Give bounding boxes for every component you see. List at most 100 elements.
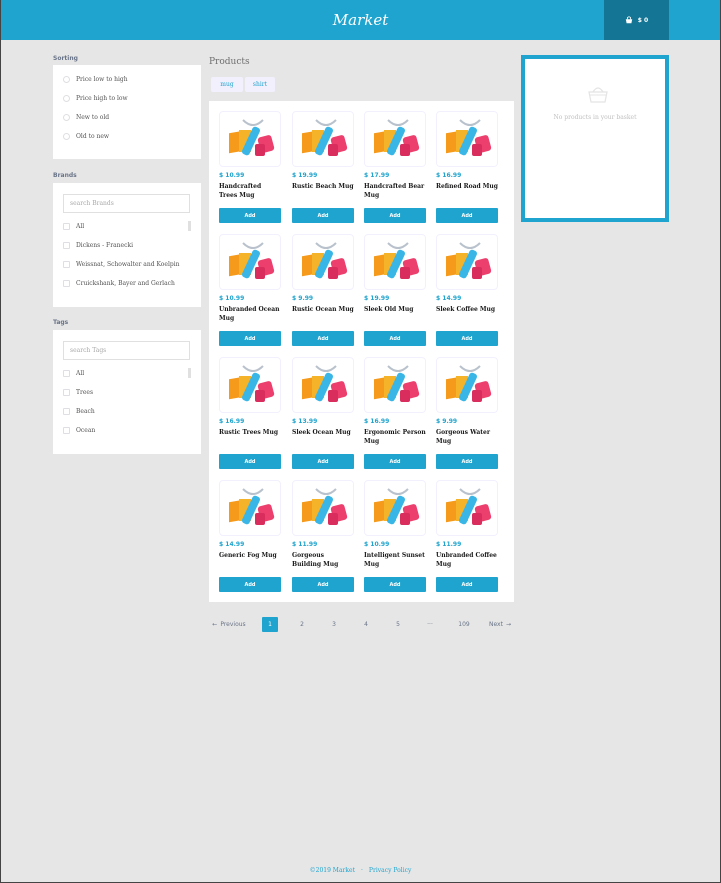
- product-thumbnail[interactable]: [219, 480, 281, 536]
- tags-scrollbar[interactable]: [188, 368, 191, 378]
- product-card: $ 9.99 Rustic Ocean Mug Add: [292, 234, 354, 346]
- add-to-basket-button[interactable]: Add: [364, 208, 426, 223]
- add-to-basket-button[interactable]: Add: [364, 331, 426, 346]
- product-thumbnail[interactable]: [364, 480, 426, 536]
- product-thumbnail[interactable]: [292, 234, 354, 290]
- add-to-basket-button[interactable]: Add: [292, 454, 354, 469]
- add-to-basket-button[interactable]: Add: [219, 208, 281, 223]
- brand-item-dickens[interactable]: Dickens - Franecki: [63, 242, 133, 249]
- product-thumbnail[interactable]: [364, 234, 426, 290]
- product-image-icon: [374, 488, 420, 525]
- product-image-icon: [374, 242, 420, 279]
- product-name: Rustic Trees Mug: [219, 429, 279, 436]
- add-to-basket-button[interactable]: Add: [436, 208, 498, 223]
- add-to-basket-button[interactable]: Add: [364, 577, 426, 592]
- checkbox-icon: [63, 242, 70, 249]
- products-title: Products: [209, 57, 250, 67]
- product-card: $ 16.99 Refined Road Mug Add: [436, 111, 498, 223]
- brand-item-all[interactable]: All: [63, 223, 84, 230]
- pagination-page-1[interactable]: 1: [262, 617, 278, 632]
- checkbox-icon: [63, 261, 70, 268]
- checkbox-icon: [63, 280, 70, 287]
- add-to-basket-button[interactable]: Add: [292, 577, 354, 592]
- product-grid: $ 10.99 Handcrafted Trees Mug Add $ 19.99 Ru…: [209, 101, 514, 602]
- add-to-basket-button[interactable]: Add: [219, 577, 281, 592]
- product-card: $ 10.99 Unbranded Ocean Mug Add: [219, 234, 281, 346]
- tags-title: Tags: [53, 319, 69, 326]
- product-thumbnail[interactable]: [436, 480, 498, 536]
- type-chip-mug[interactable]: mug: [211, 77, 243, 92]
- product-thumbnail[interactable]: [292, 480, 354, 536]
- product-image-icon: [302, 488, 348, 525]
- add-to-basket-button[interactable]: Add: [436, 331, 498, 346]
- product-card: $ 10.99 Intelligent Sunset Mug Add: [364, 480, 426, 592]
- sort-option-new-old[interactable]: New to old: [63, 114, 109, 121]
- pagination-page-5[interactable]: 5: [390, 617, 406, 632]
- product-image-icon: [446, 488, 492, 525]
- pagination-page-3[interactable]: 3: [326, 617, 342, 632]
- product-thumbnail[interactable]: [219, 111, 281, 167]
- basket-icon: [625, 16, 632, 24]
- brands-search-input[interactable]: search Brands: [63, 194, 190, 213]
- sort-option-price-low-high[interactable]: Price low to high: [63, 76, 128, 83]
- add-to-basket-button[interactable]: Add: [219, 454, 281, 469]
- product-thumbnail[interactable]: [436, 357, 498, 413]
- checkbox-icon: [63, 389, 70, 396]
- product-image-icon: [302, 119, 348, 156]
- product-price: $ 9.99: [292, 295, 314, 302]
- product-thumbnail[interactable]: [292, 111, 354, 167]
- privacy-policy-link[interactable]: Privacy Policy: [369, 867, 411, 874]
- sort-option-price-high-low[interactable]: Price high to low: [63, 95, 128, 102]
- product-thumbnail[interactable]: [436, 234, 498, 290]
- add-to-basket-button[interactable]: Add: [364, 454, 426, 469]
- type-chip-shirt[interactable]: shirt: [245, 77, 275, 92]
- pagination-previous[interactable]: ← Previous: [209, 617, 249, 632]
- brand-item-weissnat[interactable]: Weissnat, Schowalter and Koelpin: [63, 261, 180, 268]
- add-to-basket-button[interactable]: Add: [436, 454, 498, 469]
- product-thumbnail[interactable]: [219, 234, 281, 290]
- product-card: $ 19.99 Sleek Old Mug Add: [364, 234, 426, 346]
- brand-item-cruickshank[interactable]: Cruickshank, Bayer and Gerlach: [63, 280, 175, 287]
- brands-scrollbar[interactable]: [188, 221, 191, 231]
- sort-option-old-new[interactable]: Old to new: [63, 133, 109, 140]
- pagination-page-2[interactable]: 2: [294, 617, 310, 632]
- product-name: Gorgeous Water Mug: [436, 429, 490, 445]
- product-card: $ 17.99 Handcrafted Bear Mug Add: [364, 111, 426, 223]
- product-thumbnail[interactable]: [292, 357, 354, 413]
- product-price: $ 19.99: [292, 172, 318, 179]
- pagination-next[interactable]: Next →: [486, 617, 514, 632]
- product-thumbnail[interactable]: [364, 357, 426, 413]
- arrow-left-icon: ←: [212, 621, 218, 628]
- product-name: Generic Fog Mug: [219, 552, 277, 559]
- product-name: Rustic Beach Mug: [292, 183, 354, 190]
- tags-panel: search Tags All Trees Beach Ocean: [53, 330, 201, 454]
- product-image-icon: [229, 365, 275, 402]
- pagination-page-last[interactable]: 109: [454, 617, 474, 632]
- product-image-icon: [302, 365, 348, 402]
- product-thumbnail[interactable]: [219, 357, 281, 413]
- checkbox-icon: [63, 408, 70, 415]
- add-to-basket-button[interactable]: Add: [292, 331, 354, 346]
- tag-item-ocean[interactable]: Ocean: [63, 427, 95, 434]
- pagination-page-4[interactable]: 4: [358, 617, 374, 632]
- add-to-basket-button[interactable]: Add: [292, 208, 354, 223]
- radio-icon: [63, 133, 70, 140]
- add-to-basket-button[interactable]: Add: [436, 577, 498, 592]
- product-thumbnail[interactable]: [436, 111, 498, 167]
- product-name: Gorgeous Building Mug: [292, 552, 339, 568]
- tags-search-input[interactable]: search Tags: [63, 341, 190, 360]
- radio-icon: [63, 76, 70, 83]
- product-thumbnail[interactable]: [364, 111, 426, 167]
- tag-item-trees[interactable]: Trees: [63, 389, 93, 396]
- product-image-icon: [302, 242, 348, 279]
- product-name: Intelligent Sunset Mug: [364, 552, 425, 568]
- product-card: $ 14.99 Generic Fog Mug Add: [219, 480, 281, 592]
- product-price: $ 17.99: [364, 172, 390, 179]
- tag-item-beach[interactable]: Beach: [63, 408, 95, 415]
- arrow-right-icon: →: [505, 621, 511, 628]
- checkbox-icon: [63, 427, 70, 434]
- tag-item-all[interactable]: All: [63, 370, 84, 377]
- add-to-basket-button[interactable]: Add: [219, 331, 281, 346]
- basket-button[interactable]: $ 0: [604, 0, 669, 40]
- checkbox-icon: [63, 370, 70, 377]
